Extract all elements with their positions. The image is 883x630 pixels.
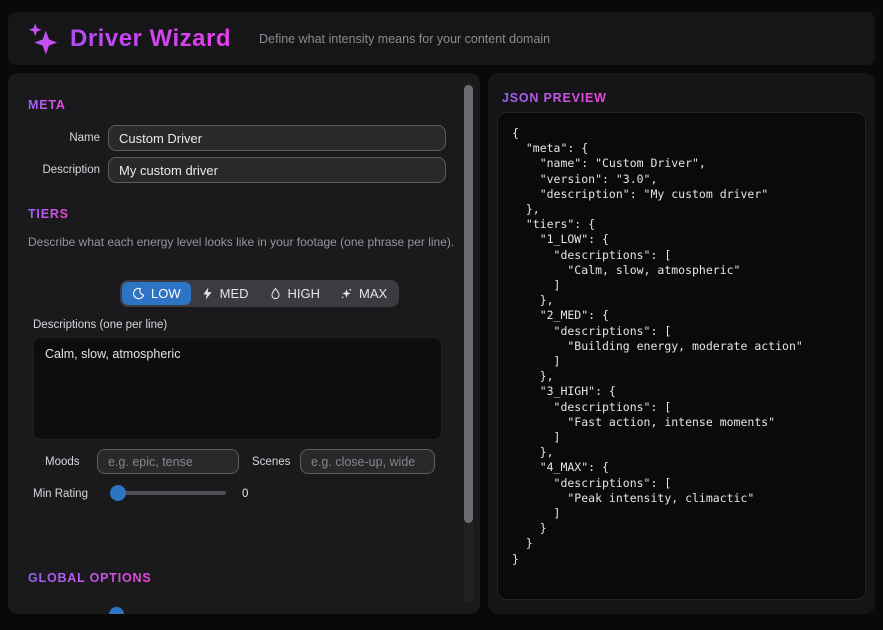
scrollbar-thumb[interactable] xyxy=(464,85,473,523)
scenes-label: Scenes xyxy=(252,456,290,468)
tab-max-label: MAX xyxy=(359,286,387,301)
json-code-block: { "meta": { "name": "Custom Driver", "ve… xyxy=(497,112,866,600)
description-label: Description xyxy=(42,164,100,176)
min-rating-value: 0 xyxy=(242,488,248,500)
global-option-toggle[interactable] xyxy=(109,607,124,614)
tab-max[interactable]: MAX xyxy=(330,282,397,305)
flame-icon xyxy=(269,287,282,300)
name-label: Name xyxy=(69,132,100,144)
app-header: Driver Wizard Define what intensity mean… xyxy=(8,12,875,65)
sparkle-icon xyxy=(340,287,353,300)
description-input[interactable] xyxy=(108,157,446,183)
descriptions-label: Descriptions (one per line) xyxy=(33,319,167,331)
tiers-helper-text: Describe what each energy level looks li… xyxy=(28,235,458,249)
moon-icon xyxy=(132,287,145,300)
slider-track xyxy=(110,491,226,495)
min-rating-row: Min Rating 0 xyxy=(8,485,480,503)
sparkles-icon xyxy=(26,22,60,56)
moods-scenes-row: Moods Scenes xyxy=(8,449,480,475)
tab-med[interactable]: MED xyxy=(191,282,259,305)
json-code: { "meta": { "name": "Custom Driver", "ve… xyxy=(512,126,851,567)
page-subtitle: Define what intensity means for your con… xyxy=(259,32,550,46)
tab-high-label: HIGH xyxy=(288,286,321,301)
scenes-input[interactable] xyxy=(300,449,435,474)
tiers-section-heading: TIERS xyxy=(28,207,69,221)
slider-thumb[interactable] xyxy=(110,485,126,501)
description-field-row: Description xyxy=(8,157,480,183)
bolt-icon xyxy=(201,287,214,300)
tab-med-label: MED xyxy=(220,286,249,301)
min-rating-slider[interactable] xyxy=(110,485,226,501)
page-title: Driver Wizard xyxy=(70,25,231,53)
global-options-heading: GLOBAL OPTIONS xyxy=(28,571,151,585)
name-input[interactable] xyxy=(108,125,446,151)
json-preview-panel: JSON PREVIEW { "meta": { "name": "Custom… xyxy=(488,73,875,614)
moods-label: Moods xyxy=(45,456,80,468)
min-rating-label: Min Rating xyxy=(33,488,88,500)
tier-tab-group: LOW MED HIGH MAX xyxy=(120,280,399,307)
tab-low-label: LOW xyxy=(151,286,181,301)
moods-input[interactable] xyxy=(97,449,239,474)
json-preview-heading: JSON PREVIEW xyxy=(502,91,607,105)
tab-high[interactable]: HIGH xyxy=(259,282,331,305)
descriptions-textarea[interactable]: Calm, slow, atmospheric xyxy=(33,337,442,440)
wizard-form-panel: META Name Description TIERS Describe wha… xyxy=(8,73,480,614)
tab-low[interactable]: LOW xyxy=(122,282,191,305)
meta-section-heading: META xyxy=(28,98,66,112)
name-field-row: Name xyxy=(8,125,480,151)
